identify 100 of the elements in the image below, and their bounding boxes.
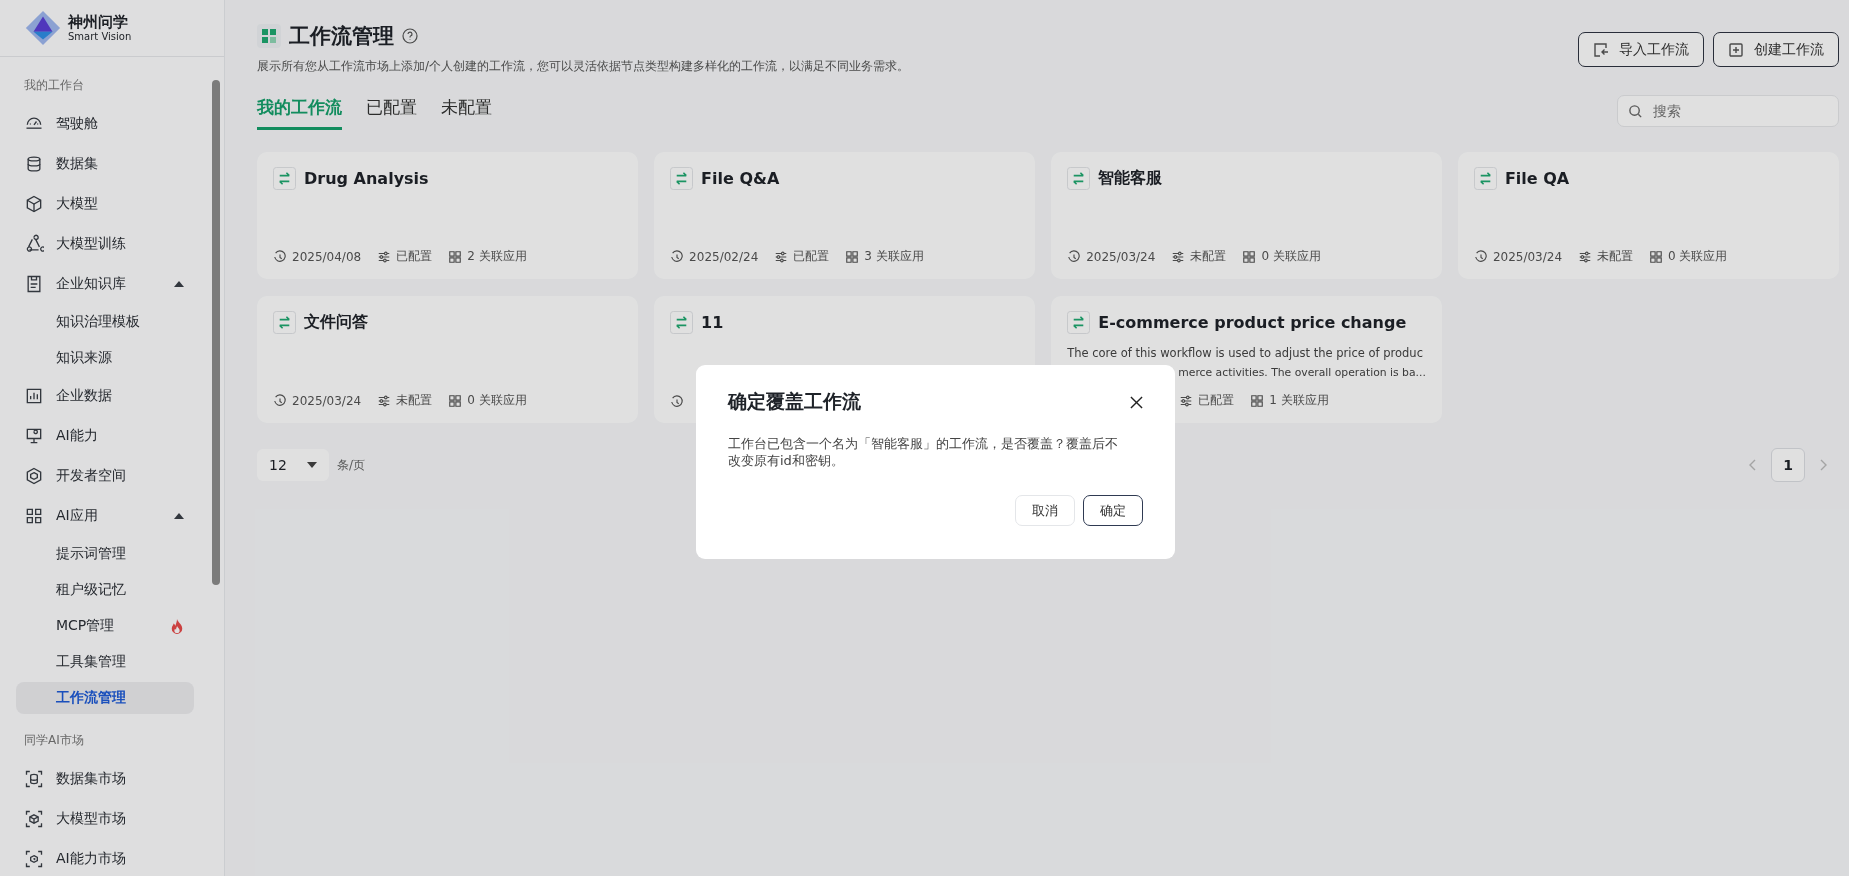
card-title: File QA: [1504, 169, 1570, 188]
workflow-card[interactable]: 文件问答 2025/03/24 未配置 0 关联应用: [257, 296, 639, 423]
card-date: 2025/02/24: [689, 249, 759, 264]
card-title: File Q&A: [701, 169, 780, 188]
card-description: merce activities. The overall operation is ba...: [1177, 365, 1426, 381]
plus-icon: [1728, 41, 1744, 58]
tab[interactable]: 已配置: [366, 96, 417, 130]
clock-icon: [273, 393, 287, 408]
sidebar-subitem[interactable]: 工具集管理: [16, 646, 194, 678]
apps-icon: [448, 249, 463, 264]
search-input[interactable]: 搜索: [1651, 102, 1828, 120]
import-button[interactable]: 导入工作流: [1578, 32, 1704, 67]
workflow-icon: [273, 311, 296, 334]
sidebar-subitem[interactable]: 租户级记忆: [16, 574, 194, 606]
card-apps: 0 关联应用: [1668, 248, 1728, 265]
sidebar-item[interactable]: AI能力市场: [16, 841, 194, 876]
caret-icon: [307, 462, 317, 468]
sidebar-subitem[interactable]: 工作流管理: [16, 682, 194, 714]
sidebar-subitem[interactable]: 知识来源: [16, 342, 194, 374]
sidebar-subitem[interactable]: 知识治理模板: [16, 306, 194, 338]
apps-icon: [448, 393, 463, 408]
card-title: E-commerce product price change: [1098, 313, 1407, 332]
help-icon[interactable]: [402, 28, 418, 44]
page-title: 工作流管理: [289, 23, 394, 50]
nav-icon: [24, 194, 44, 214]
sidebar-subitem[interactable]: MCP管理: [16, 610, 194, 642]
apps-icon: [1649, 249, 1664, 264]
nav-icon: [24, 506, 44, 526]
logo-icon: [24, 9, 62, 47]
card-title: 文件问答: [304, 312, 368, 333]
page-number[interactable]: 1: [1771, 448, 1805, 482]
workflow-icon: [273, 167, 296, 190]
nav-icon: [24, 234, 44, 254]
workflow-icon: [670, 311, 694, 334]
logo-name: 神州问学: [68, 14, 129, 31]
card-apps: 0 关联应用: [467, 392, 527, 409]
sidebar-item[interactable]: 企业数据: [16, 378, 194, 414]
workflow-icon: [1067, 311, 1091, 334]
sidebar-item[interactable]: AI应用: [16, 498, 194, 534]
nav-icon: [24, 809, 44, 829]
sidebar-item[interactable]: 开发者空间: [16, 458, 194, 494]
clock-icon: [670, 395, 685, 409]
card-title: Drug Analysis: [304, 169, 429, 188]
close-icon[interactable]: [1130, 395, 1143, 409]
grid-icon: [257, 24, 281, 48]
sliders-icon: [377, 393, 392, 408]
nav-icon: [24, 466, 44, 486]
section-heading: 同学AI市场: [23, 732, 85, 749]
import-icon: [1593, 41, 1609, 58]
workflow-icon: [1067, 167, 1091, 190]
card-date: 2025/03/24: [1492, 249, 1563, 264]
sidebar-item[interactable]: 大模型市场: [16, 801, 194, 837]
sidebar-item[interactable]: 大模型训练: [16, 226, 194, 262]
next-page-icon[interactable]: [1819, 459, 1827, 471]
card-title: 智能客服: [1098, 168, 1163, 189]
workflow-card[interactable]: Drug Analysis 2025/04/08 已配置 2 关联应用: [257, 152, 639, 279]
sliders-icon: [377, 249, 392, 264]
nav-icon: [24, 769, 44, 789]
create-button[interactable]: 创建工作流: [1713, 32, 1839, 67]
clock-icon: [1473, 249, 1488, 264]
nav-icon: [24, 849, 44, 869]
card-apps: 0 关联应用: [1261, 248, 1321, 265]
card-date: 2025/03/24: [292, 393, 362, 408]
workflow-card[interactable]: File Q&A 2025/02/24 已配置 3 关联应用: [654, 152, 1036, 279]
search-field[interactable]: 搜索: [1617, 95, 1839, 127]
sidebar-item[interactable]: 驾驶舱: [16, 106, 194, 142]
tab[interactable]: 未配置: [441, 96, 492, 130]
logo-subtitle: Smart Vision: [68, 30, 132, 42]
card-status: 已配置: [1198, 392, 1235, 409]
apps-icon: [1250, 393, 1265, 408]
sidebar-item[interactable]: 企业知识库: [16, 266, 194, 302]
card-apps: 1 关联应用: [1269, 392, 1329, 409]
page-description: 展示所有您从工作流市场上添加/个人创建的工作流，您可以灵活依据节点类型构建多样化的工作流，以满足不同业务需求。: [257, 58, 910, 75]
workflow-card[interactable]: 智能客服 2025/03/24 未配置 0 关联应用: [1051, 152, 1442, 279]
sidebar-item[interactable]: 数据集: [16, 146, 194, 182]
apps-icon: [845, 249, 860, 264]
sidebar-subitem[interactable]: 提示词管理: [16, 538, 194, 570]
previous-page-icon[interactable]: [1749, 459, 1757, 471]
sliders-icon: [1179, 393, 1194, 408]
confirm-button[interactable]: 确定: [1083, 495, 1143, 526]
sliders-icon: [774, 249, 789, 264]
card-description: The core of this workflow is used to adjust the price of produc: [1067, 345, 1424, 362]
card-status: 未配置: [396, 392, 433, 409]
cancel-button[interactable]: 取消: [1015, 495, 1075, 526]
sidebar-item[interactable]: 数据集市场: [16, 761, 194, 797]
sliders-icon: [1578, 249, 1593, 264]
page-size-select[interactable]: 12: [257, 449, 329, 481]
card-status: 已配置: [793, 248, 830, 265]
section-heading: 我的工作台: [23, 77, 85, 94]
nav-icon: [24, 426, 44, 446]
clock-icon: [273, 249, 287, 264]
sidebar-item[interactable]: AI能力: [16, 418, 194, 454]
sidebar-item[interactable]: 大模型: [16, 186, 194, 222]
card-title: 11: [701, 313, 724, 332]
card-apps: 3 关联应用: [864, 248, 924, 265]
card-date: 2025/03/24: [1086, 249, 1156, 264]
apps-icon: [1242, 249, 1257, 264]
workflow-card[interactable]: File QA 2025/03/24 未配置 0 关联应用: [1457, 152, 1839, 279]
sliders-icon: [1171, 249, 1186, 264]
card-date: 2025/04/08: [292, 249, 362, 264]
